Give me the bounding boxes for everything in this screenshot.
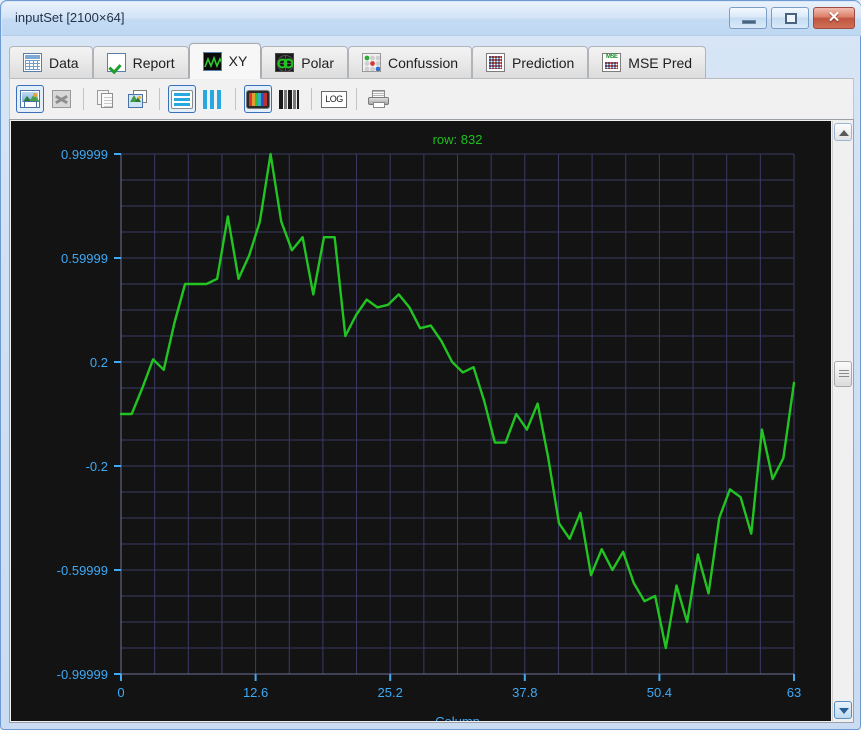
svg-text:-0.59999: -0.59999 xyxy=(57,563,108,578)
excel-export-icon xyxy=(51,90,71,108)
svg-text:0.99999: 0.99999 xyxy=(61,147,108,162)
window-controls: ✕ xyxy=(729,7,855,29)
tab-xy[interactable]: XY xyxy=(188,43,262,79)
tab-label: Data xyxy=(49,54,79,71)
svg-text:63: 63 xyxy=(787,685,801,700)
save-image-icon xyxy=(20,90,40,108)
tab-label: Prediction xyxy=(512,54,575,71)
copy-pages-icon xyxy=(97,90,115,108)
tab-msepred[interactable]: MSE MSE Pred xyxy=(588,46,707,79)
colored-dots-icon xyxy=(361,53,381,72)
tab-data[interactable]: Data xyxy=(9,46,93,79)
tab-prediction[interactable]: Prediction xyxy=(472,46,589,79)
tab-label: Report xyxy=(132,54,175,71)
svg-text:37.8: 37.8 xyxy=(512,685,537,700)
tab-confussion[interactable]: Confussion xyxy=(347,46,473,79)
chevron-down-icon xyxy=(839,708,849,714)
maximize-icon xyxy=(785,13,797,24)
printer-icon xyxy=(368,89,390,109)
maximize-button[interactable] xyxy=(771,7,809,29)
vertical-scrollbar[interactable] xyxy=(832,121,852,721)
line-columns-button[interactable] xyxy=(199,85,227,113)
waveform-icon xyxy=(202,51,222,71)
color-spectrum-icon xyxy=(246,89,270,109)
log-icon: LOG xyxy=(321,90,347,108)
svg-text:50.4: 50.4 xyxy=(647,685,672,700)
svg-text:25.2: 25.2 xyxy=(378,685,403,700)
copy-image-button[interactable] xyxy=(123,85,151,113)
save-image-button[interactable] xyxy=(16,85,44,113)
window-title: inputSet [2100×64] xyxy=(15,10,125,25)
tab-label: MSE Pred xyxy=(628,54,693,71)
toolbar-separator xyxy=(159,88,160,110)
color-map-button[interactable] xyxy=(244,85,272,113)
line-rows-button[interactable] xyxy=(168,85,196,113)
svg-text:row: 832: row: 832 xyxy=(433,132,483,147)
toolbar-separator xyxy=(83,88,84,110)
svg-text:-0.99999: -0.99999 xyxy=(57,667,108,682)
application-window: inputSet [2100×64] ✕ Data Report XY Pola… xyxy=(0,0,861,730)
tab-label: XY xyxy=(228,53,248,69)
svg-text:-0.2: -0.2 xyxy=(86,459,108,474)
tab-report[interactable]: Report xyxy=(92,46,189,79)
close-button[interactable]: ✕ xyxy=(813,7,855,29)
toolbar-separator xyxy=(356,88,357,110)
toolbar-separator xyxy=(235,88,236,110)
tab-polar[interactable]: Polar xyxy=(261,46,348,79)
copy-image-icon xyxy=(127,90,147,108)
svg-text:0.2: 0.2 xyxy=(90,355,108,370)
scroll-down-button[interactable] xyxy=(834,701,852,719)
copy-button[interactable] xyxy=(92,85,120,113)
scroll-up-button[interactable] xyxy=(834,123,852,141)
matrix-grid-icon xyxy=(486,53,506,72)
polar-plot-icon xyxy=(275,53,295,72)
tab-label: Confussion xyxy=(387,54,459,71)
close-icon: ✕ xyxy=(827,9,841,26)
svg-text:12.6: 12.6 xyxy=(243,685,268,700)
tab-label: Polar xyxy=(301,54,334,71)
svg-text:Column: Column xyxy=(435,714,480,721)
chart-canvas: 0.99999 0.59999 0.2 -0.2 -0.59999 -0.99999 0 12… xyxy=(11,121,831,721)
mse-matrix-icon: MSE xyxy=(602,53,622,72)
svg-text:0: 0 xyxy=(117,685,124,700)
log-scale-button[interactable]: LOG xyxy=(320,85,348,113)
gray-map-button[interactable] xyxy=(275,85,303,113)
chevron-up-icon xyxy=(839,130,849,136)
chart-toolbar: LOG xyxy=(9,79,854,119)
plot-panel: 0.99999 0.59999 0.2 -0.2 -0.59999 -0.99999 0 12… xyxy=(9,119,854,723)
xy-chart[interactable]: 0.99999 0.59999 0.2 -0.2 -0.59999 -0.99999 0 12… xyxy=(11,121,831,721)
vertical-bars-icon xyxy=(203,89,223,109)
horizontal-lines-icon xyxy=(171,89,193,109)
svg-text:0.59999: 0.59999 xyxy=(61,251,108,266)
title-bar: inputSet [2100×64] ✕ xyxy=(2,2,861,36)
toolbar-separator xyxy=(311,88,312,110)
minimize-button[interactable] xyxy=(729,7,767,29)
tab-bar: Data Report XY Polar Confussion Predicti… xyxy=(9,43,854,79)
print-button[interactable] xyxy=(365,85,393,113)
scrollbar-thumb[interactable] xyxy=(834,361,852,387)
minimize-icon xyxy=(742,20,756,24)
mse-icon-text: MSE xyxy=(606,54,618,60)
green-check-icon xyxy=(106,53,126,72)
grayscale-bars-icon xyxy=(279,89,299,109)
table-grid-icon xyxy=(23,53,42,72)
export-excel-button[interactable] xyxy=(47,85,75,113)
